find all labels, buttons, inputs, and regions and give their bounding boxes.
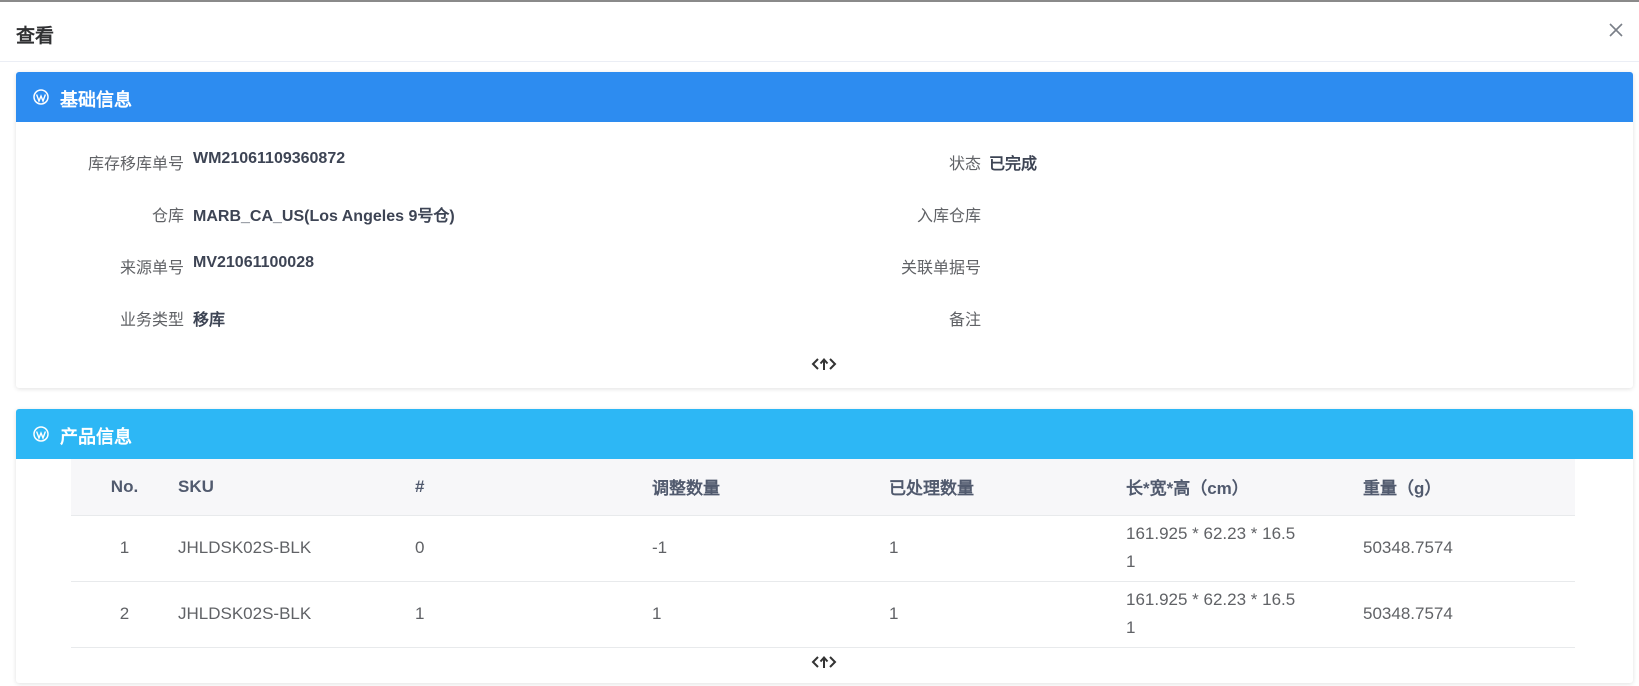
cell-sku: JHLDSK02S-BLK (178, 581, 415, 648)
table-header-row: No. SKU # 调整数量 已处理数量 长*宽*高（cm） 重量（g） (71, 459, 1575, 516)
basic-info-header: 基础信息 (16, 72, 1633, 122)
basic-info-title: 基础信息 (60, 90, 132, 110)
column-header-sku: SKU (178, 459, 415, 516)
cell-dimensions-line1: 161.925 * 62.23 * 16.5 (1126, 524, 1296, 543)
cell-dimensions-line1: 161.925 * 62.23 * 16.5 (1126, 590, 1296, 609)
cell-weight: 50348.7574 (1363, 515, 1575, 582)
product-info-title: 产品信息 (60, 427, 132, 447)
transfer-no-label: 库存移库单号 (87, 156, 184, 173)
cell-weight: 50348.7574 (1363, 581, 1575, 648)
cell-adjust: 1 (652, 581, 889, 648)
cell-dimensions: 161.925 * 62.23 * 16.5 1 (1126, 581, 1363, 648)
collapse-arrows-icon[interactable] (810, 356, 838, 372)
close-icon[interactable] (1606, 20, 1626, 40)
column-header-dimensions: 长*宽*高（cm） (1126, 459, 1363, 516)
transfer-no-value: WM21061109360872 (193, 150, 346, 167)
cell-processed: 1 (889, 581, 1126, 648)
column-header-processed: 已处理数量 (889, 459, 1126, 516)
biz-type-label: 业务类型 (119, 312, 184, 329)
cell-no: 2 (71, 581, 178, 648)
biz-type-value: 移库 (193, 312, 226, 329)
column-header-qty: # (415, 459, 652, 516)
status-label: 状态 (948, 156, 981, 173)
table-row: 1 JHLDSK02S-BLK 0 -1 1 161.925 * 62.23 *… (71, 515, 1575, 582)
cell-sku: JHLDSK02S-BLK (178, 515, 415, 582)
cell-processed: 1 (889, 515, 1126, 582)
table-row: 2 JHLDSK02S-BLK 1 1 1 161.925 * 62.23 * … (71, 581, 1575, 648)
wordpress-icon (33, 426, 49, 442)
cell-adjust: -1 (652, 515, 889, 582)
basic-info-card: 基础信息 库存移库单号 WM21061109360872 仓库 MARB_CA_… (16, 72, 1633, 388)
cell-qty: 0 (415, 515, 652, 582)
related-no-label: 关联单据号 (900, 260, 981, 277)
collapse-arrows-icon[interactable] (810, 654, 838, 670)
product-info-card: 产品信息 No. SKU # 调整数量 已处理数量 长*宽*高（cm） 重量（g… (16, 409, 1633, 683)
remark-label: 备注 (948, 312, 981, 329)
cell-no: 1 (71, 515, 178, 582)
product-info-header: 产品信息 (16, 409, 1633, 459)
warehouse-value: MARB_CA_US(Los Angeles 9号仓) (193, 208, 455, 225)
status-value: 已完成 (989, 156, 1038, 173)
column-header-adjust: 调整数量 (652, 459, 889, 516)
cell-dimensions: 161.925 * 62.23 * 16.5 1 (1126, 515, 1363, 582)
wordpress-icon (33, 89, 49, 105)
cell-dimensions-line2: 1 (1126, 618, 1136, 637)
source-no-value: MV21061100028 (193, 254, 314, 271)
dialog-title: 查看 (16, 26, 55, 47)
column-header-no: No. (71, 459, 178, 516)
dialog-header: 查看 (0, 2, 1639, 62)
inbound-warehouse-label: 入库仓库 (916, 208, 981, 225)
warehouse-label: 仓库 (151, 208, 184, 225)
column-header-weight: 重量（g） (1363, 459, 1575, 516)
source-no-label: 来源单号 (119, 260, 184, 277)
cell-dimensions-line2: 1 (1126, 552, 1136, 571)
cell-qty: 1 (415, 581, 652, 648)
product-table: No. SKU # 调整数量 已处理数量 长*宽*高（cm） 重量（g） 1 J… (71, 459, 1575, 648)
